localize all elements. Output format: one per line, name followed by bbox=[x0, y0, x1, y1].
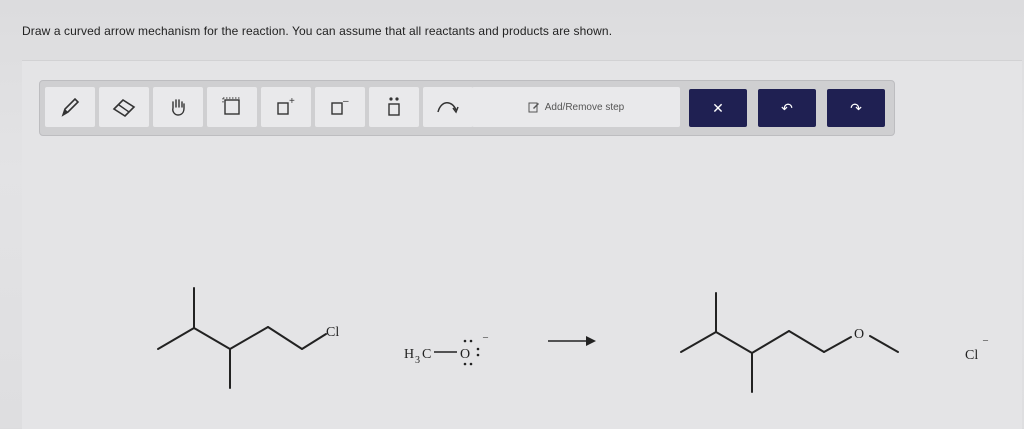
product-ether[interactable] bbox=[680, 292, 899, 393]
reactant-alkyl-chloride[interactable] bbox=[157, 287, 327, 389]
chlorine-atom-label: Cl bbox=[326, 325, 339, 340]
reaction-arrow bbox=[548, 336, 596, 346]
chloride-label: Cl bbox=[965, 348, 978, 363]
ether-oxygen-label: O bbox=[854, 327, 864, 342]
reaction-canvas: Cl H 3 C O – O Cl – bbox=[157, 287, 989, 393]
hydrogen-label: H bbox=[404, 347, 414, 362]
negative-charge-label: – bbox=[482, 332, 489, 343]
chloride-charge-label: – bbox=[982, 335, 989, 346]
carbon-label: C bbox=[422, 347, 431, 362]
oxygen-label: O bbox=[460, 347, 470, 362]
subscript-three: 3 bbox=[415, 355, 420, 366]
reactant-methoxide[interactable]: H 3 C O – bbox=[404, 332, 489, 366]
product-chloride-ion[interactable]: Cl – bbox=[965, 335, 989, 363]
